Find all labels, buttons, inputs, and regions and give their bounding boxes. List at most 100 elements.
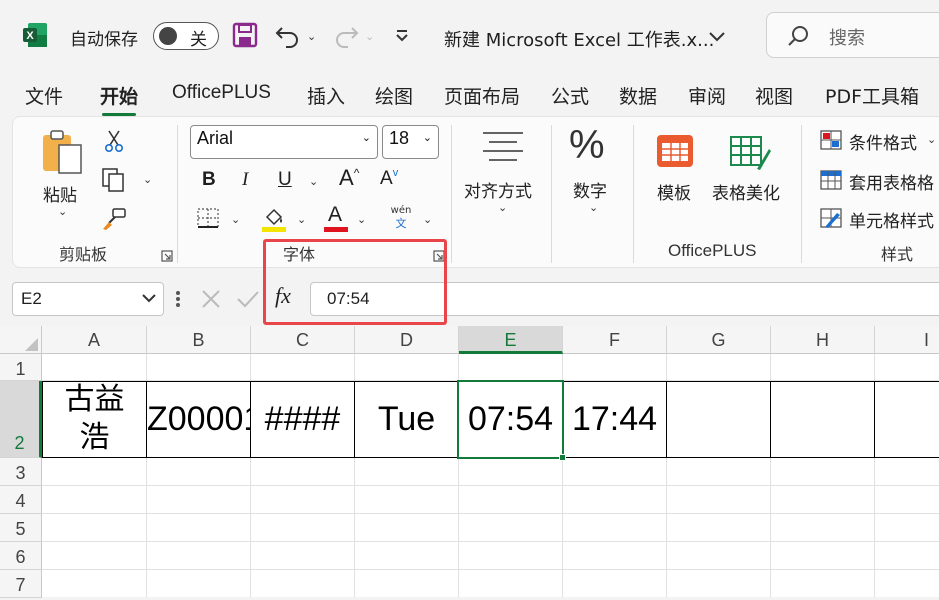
template-icon[interactable] bbox=[653, 133, 697, 171]
fill-handle[interactable] bbox=[559, 454, 566, 461]
column-header-b[interactable]: B bbox=[147, 326, 251, 354]
gridline bbox=[458, 458, 459, 597]
gridline bbox=[874, 458, 875, 597]
paste-label[interactable]: 粘贴 bbox=[43, 181, 77, 206]
cell-c2[interactable]: #### bbox=[251, 381, 355, 458]
font-color-icon[interactable]: A bbox=[323, 203, 349, 233]
paste-icon[interactable] bbox=[41, 129, 85, 177]
tab-formulas[interactable]: 公式 bbox=[551, 82, 589, 109]
undo-icon[interactable] bbox=[274, 22, 302, 48]
cell-g2[interactable] bbox=[667, 381, 771, 458]
cell-a2[interactable]: 古益浩 bbox=[42, 381, 147, 458]
row-header-1[interactable]: 1 bbox=[0, 354, 42, 381]
table-beautify-icon[interactable] bbox=[727, 133, 771, 171]
cell-i2[interactable] bbox=[875, 381, 939, 458]
tab-data[interactable]: 数据 bbox=[619, 82, 657, 109]
tab-home[interactable]: 开始 bbox=[100, 82, 138, 116]
copy-icon[interactable] bbox=[101, 167, 125, 193]
number-format-icon[interactable]: % bbox=[569, 123, 605, 168]
tab-insert[interactable]: 插入 bbox=[307, 82, 345, 109]
redo-dropdown-icon[interactable]: ⌄ bbox=[365, 30, 374, 43]
row-header-4[interactable]: 4 bbox=[0, 486, 42, 514]
template-label[interactable]: 模板 bbox=[657, 179, 691, 204]
tab-officeplus[interactable]: OfficePLUS bbox=[172, 82, 271, 104]
align-icon[interactable] bbox=[481, 129, 525, 165]
select-all-corner[interactable] bbox=[0, 326, 42, 354]
row-header-6[interactable]: 6 bbox=[0, 542, 42, 570]
cell-d2[interactable]: Tue bbox=[355, 381, 459, 458]
column-header-f[interactable]: F bbox=[563, 326, 667, 354]
column-header-i[interactable]: I bbox=[875, 326, 939, 354]
save-icon[interactable] bbox=[232, 22, 258, 48]
active-cell-border bbox=[457, 380, 564, 459]
tab-page-layout[interactable]: 页面布局 bbox=[444, 82, 520, 109]
column-header-a[interactable]: A bbox=[42, 326, 147, 354]
column-header-d[interactable]: D bbox=[355, 326, 459, 354]
grow-font-button[interactable]: A^ bbox=[339, 165, 359, 191]
format-as-table-label[interactable]: 套用表格格 bbox=[849, 169, 934, 194]
align-dropdown-icon[interactable]: ⌄ bbox=[498, 201, 507, 214]
font-name-select[interactable]: Arial ⌄ bbox=[190, 125, 378, 159]
font-name-value: Arial bbox=[197, 128, 234, 148]
cell-h2[interactable] bbox=[771, 381, 875, 458]
cell-styles-label[interactable]: 单元格样式 bbox=[849, 207, 934, 232]
cell-b2[interactable]: Z00001 bbox=[147, 381, 251, 458]
search-box[interactable]: 搜索 bbox=[766, 12, 939, 58]
cell-f2[interactable]: 17:44 bbox=[563, 381, 667, 458]
cut-icon[interactable] bbox=[103, 129, 125, 153]
clipboard-launcher-icon[interactable] bbox=[161, 247, 173, 262]
borders-dropdown-icon[interactable]: ⌄ bbox=[231, 213, 240, 226]
shrink-font-button[interactable]: Av bbox=[380, 167, 398, 190]
row-header-2[interactable]: 2 bbox=[0, 381, 42, 458]
row-header-5[interactable]: 5 bbox=[0, 514, 42, 542]
column-header-e[interactable]: E bbox=[459, 326, 563, 354]
customize-toolbar-icon[interactable] bbox=[394, 28, 410, 42]
column-header-g[interactable]: G bbox=[667, 326, 771, 354]
phonetic-guide-icon[interactable]: wén 文 bbox=[387, 205, 415, 233]
tab-review[interactable]: 审阅 bbox=[688, 82, 726, 109]
more-options-icon[interactable] bbox=[175, 288, 181, 310]
tab-view[interactable]: 视图 bbox=[755, 82, 793, 109]
underline-dropdown-icon[interactable]: ⌄ bbox=[309, 175, 318, 188]
fill-color-dropdown-icon[interactable]: ⌄ bbox=[297, 213, 306, 226]
document-title[interactable]: 新建 Microsoft Excel 工作表.x... bbox=[444, 26, 714, 52]
cancel-icon[interactable] bbox=[200, 288, 222, 310]
tab-draw[interactable]: 绘图 bbox=[375, 82, 413, 109]
table-beautify-label[interactable]: 表格美化 bbox=[712, 179, 780, 204]
column-header-h[interactable]: H bbox=[771, 326, 875, 354]
gridline bbox=[666, 354, 667, 381]
font-color-dropdown-icon[interactable]: ⌄ bbox=[357, 213, 366, 226]
conditional-format-label[interactable]: 条件格式 bbox=[849, 129, 917, 154]
name-box[interactable]: E2 bbox=[12, 282, 164, 316]
conditional-format-dropdown-icon[interactable]: ⌄ bbox=[927, 133, 936, 146]
undo-dropdown-icon[interactable]: ⌄ bbox=[307, 30, 316, 43]
bold-button[interactable]: B bbox=[202, 169, 216, 191]
copy-dropdown-icon[interactable]: ⌄ bbox=[143, 173, 152, 186]
autosave-toggle[interactable]: 关 bbox=[153, 22, 219, 50]
enter-icon[interactable] bbox=[236, 288, 260, 310]
number-dropdown-icon[interactable]: ⌄ bbox=[589, 201, 598, 214]
column-header-c[interactable]: C bbox=[251, 326, 355, 354]
paste-dropdown-icon[interactable]: ⌄ bbox=[58, 205, 67, 218]
align-label[interactable]: 对齐方式 bbox=[464, 177, 532, 202]
gridline bbox=[250, 458, 251, 597]
format-painter-icon[interactable] bbox=[101, 207, 127, 231]
font-size-select[interactable]: 18 ⌄ bbox=[382, 125, 439, 159]
cell-styles-icon[interactable] bbox=[819, 207, 843, 229]
name-box-value: E2 bbox=[21, 289, 42, 308]
tab-pdf-toolbox[interactable]: PDF工具箱 bbox=[825, 82, 919, 109]
phonetic-dropdown-icon[interactable]: ⌄ bbox=[423, 213, 432, 226]
title-chevron-down-icon[interactable] bbox=[708, 28, 726, 42]
row-header-7[interactable]: 7 bbox=[0, 570, 42, 598]
borders-icon[interactable] bbox=[196, 207, 220, 229]
number-label[interactable]: 数字 bbox=[573, 177, 607, 202]
conditional-format-icon[interactable] bbox=[819, 129, 843, 151]
row-header-3[interactable]: 3 bbox=[0, 458, 42, 486]
fill-color-icon[interactable] bbox=[261, 205, 287, 233]
format-as-table-icon[interactable] bbox=[819, 169, 843, 191]
underline-button[interactable]: U bbox=[278, 169, 292, 191]
italic-button[interactable]: I bbox=[242, 169, 248, 191]
redo-icon[interactable] bbox=[332, 22, 360, 48]
separator bbox=[801, 125, 802, 263]
tab-file[interactable]: 文件 bbox=[25, 82, 63, 109]
